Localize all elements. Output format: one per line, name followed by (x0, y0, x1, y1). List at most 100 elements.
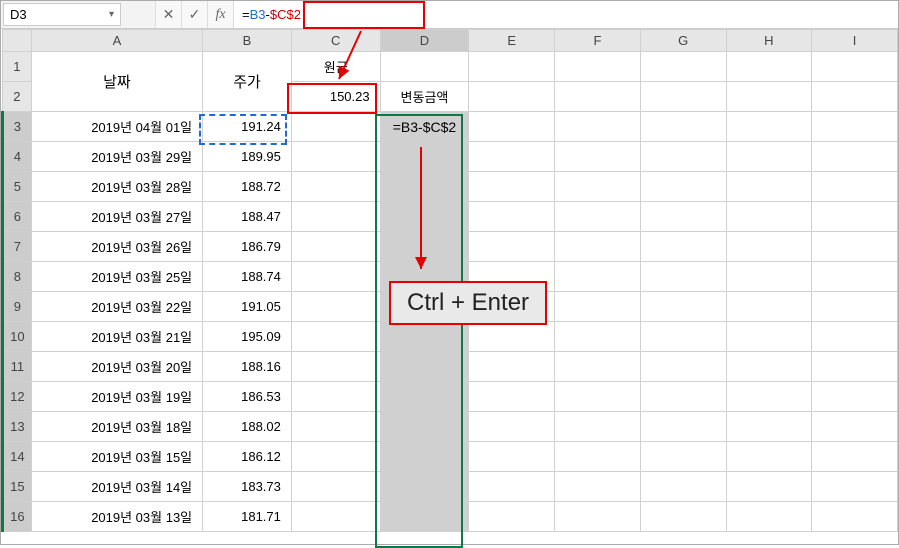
chevron-down-icon[interactable]: ▾ (109, 9, 114, 20)
cell-I13[interactable] (812, 412, 898, 442)
cell-I10[interactable] (812, 322, 898, 352)
cell-B13[interactable]: 188.02 (203, 412, 292, 442)
cell-E6[interactable] (469, 202, 555, 232)
cell-A12[interactable]: 2019년 03월 19일 (31, 382, 202, 412)
cell-B4[interactable]: 189.95 (203, 142, 292, 172)
col-header-I[interactable]: I (812, 30, 898, 52)
cell-H8[interactable] (726, 262, 812, 292)
cell-H12[interactable] (726, 382, 812, 412)
cell-E12[interactable] (469, 382, 555, 412)
cell-I9[interactable] (812, 292, 898, 322)
cell-F12[interactable] (555, 382, 641, 412)
cell-G5[interactable] (640, 172, 726, 202)
cell-B8[interactable]: 188.74 (203, 262, 292, 292)
cell-G10[interactable] (640, 322, 726, 352)
cell-H1[interactable] (726, 52, 812, 82)
cell-E16[interactable] (469, 502, 555, 532)
cell-H6[interactable] (726, 202, 812, 232)
cell-A15[interactable]: 2019년 03월 14일 (31, 472, 202, 502)
cell-H9[interactable] (726, 292, 812, 322)
cell-H2[interactable] (726, 82, 812, 112)
cell-F8[interactable] (555, 262, 641, 292)
cell-H15[interactable] (726, 472, 812, 502)
row-header-3[interactable]: 3 (3, 112, 32, 142)
cell-E5[interactable] (469, 172, 555, 202)
cell-I15[interactable] (812, 472, 898, 502)
cell-F10[interactable] (555, 322, 641, 352)
cell-E10[interactable] (469, 322, 555, 352)
row-header-9[interactable]: 9 (3, 292, 32, 322)
cell-B3[interactable]: 191.24 (203, 112, 292, 142)
cell-C10[interactable] (291, 322, 380, 352)
cell-B16[interactable]: 181.71 (203, 502, 292, 532)
cell-I14[interactable] (812, 442, 898, 472)
cell-C6[interactable] (291, 202, 380, 232)
cell-G16[interactable] (640, 502, 726, 532)
cell-B15[interactable]: 183.73 (203, 472, 292, 502)
cell-H11[interactable] (726, 352, 812, 382)
cell-I2[interactable] (812, 82, 898, 112)
cell-A3[interactable]: 2019년 04월 01일 (31, 112, 202, 142)
cell-H10[interactable] (726, 322, 812, 352)
cell-I1[interactable] (812, 52, 898, 82)
cell-I8[interactable] (812, 262, 898, 292)
row-header-7[interactable]: 7 (3, 232, 32, 262)
cell-F11[interactable] (555, 352, 641, 382)
cell-H4[interactable] (726, 142, 812, 172)
cell-F13[interactable] (555, 412, 641, 442)
cell-D14[interactable] (380, 442, 469, 472)
cell-G2[interactable] (640, 82, 726, 112)
cell-D6[interactable] (380, 202, 469, 232)
row-header-2[interactable]: 2 (3, 82, 32, 112)
cell-B5[interactable]: 188.72 (203, 172, 292, 202)
cell-D15[interactable] (380, 472, 469, 502)
cell-E4[interactable] (469, 142, 555, 172)
cell-D11[interactable] (380, 352, 469, 382)
cell-H5[interactable] (726, 172, 812, 202)
cell-D10[interactable] (380, 322, 469, 352)
row-header-8[interactable]: 8 (3, 262, 32, 292)
cell-G12[interactable] (640, 382, 726, 412)
cell-G11[interactable] (640, 352, 726, 382)
cell-G9[interactable] (640, 292, 726, 322)
cell-D3[interactable]: =B3-$C$2 (380, 112, 469, 142)
cancel-formula-icon[interactable]: ✕ (155, 1, 181, 28)
cell-G7[interactable] (640, 232, 726, 262)
col-header-H[interactable]: H (726, 30, 812, 52)
cell-G8[interactable] (640, 262, 726, 292)
cell-D5[interactable] (380, 172, 469, 202)
cell-A1[interactable]: 날짜 (31, 52, 202, 112)
cell-I6[interactable] (812, 202, 898, 232)
cell-G6[interactable] (640, 202, 726, 232)
select-all-corner[interactable] (3, 30, 32, 52)
cell-H13[interactable] (726, 412, 812, 442)
cell-B9[interactable]: 191.05 (203, 292, 292, 322)
row-header-11[interactable]: 11 (3, 352, 32, 382)
cell-C15[interactable] (291, 472, 380, 502)
cell-G4[interactable] (640, 142, 726, 172)
cell-E7[interactable] (469, 232, 555, 262)
cell-B6[interactable]: 188.47 (203, 202, 292, 232)
cell-C7[interactable] (291, 232, 380, 262)
cell-D2[interactable]: 변동금액 (380, 82, 469, 112)
cell-G15[interactable] (640, 472, 726, 502)
cell-F9[interactable] (555, 292, 641, 322)
cell-A7[interactable]: 2019년 03월 26일 (31, 232, 202, 262)
cell-I11[interactable] (812, 352, 898, 382)
cell-G1[interactable] (640, 52, 726, 82)
cell-C9[interactable] (291, 292, 380, 322)
cell-E1[interactable] (469, 52, 555, 82)
cell-E14[interactable] (469, 442, 555, 472)
cell-I3[interactable] (812, 112, 898, 142)
cell-F5[interactable] (555, 172, 641, 202)
cell-F15[interactable] (555, 472, 641, 502)
formula-input[interactable]: =B3-$C$2 (233, 1, 898, 28)
row-header-12[interactable]: 12 (3, 382, 32, 412)
row-header-10[interactable]: 10 (3, 322, 32, 352)
row-header-15[interactable]: 15 (3, 472, 32, 502)
cell-I16[interactable] (812, 502, 898, 532)
cell-I7[interactable] (812, 232, 898, 262)
cell-C8[interactable] (291, 262, 380, 292)
row-header-13[interactable]: 13 (3, 412, 32, 442)
cell-F16[interactable] (555, 502, 641, 532)
